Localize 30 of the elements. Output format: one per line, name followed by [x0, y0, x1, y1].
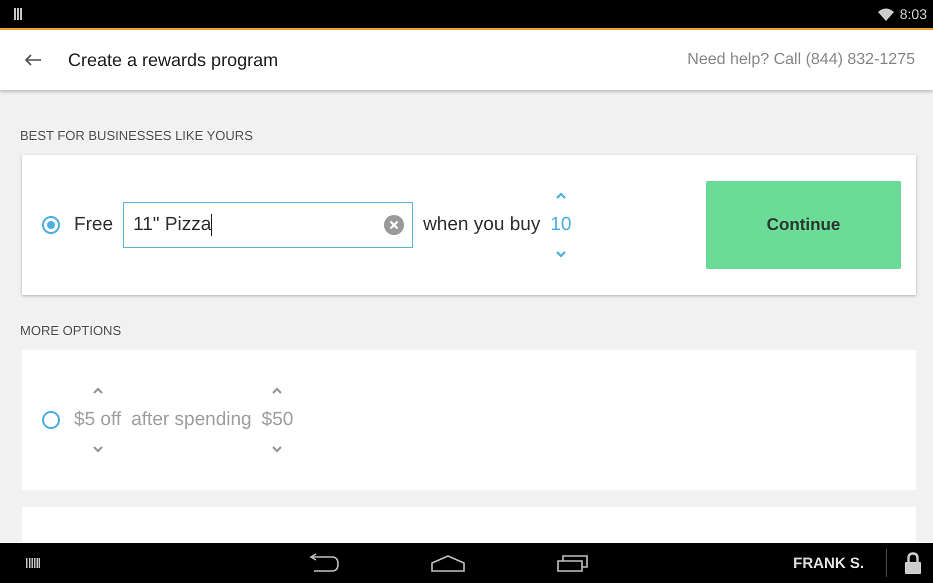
clear-icon[interactable]: [384, 215, 404, 235]
user-name[interactable]: FRANK S.: [793, 554, 864, 572]
back-arrow-icon[interactable]: [24, 53, 42, 67]
continue-button[interactable]: Continue: [706, 181, 901, 269]
home-icon[interactable]: [430, 553, 466, 573]
count-value: 10: [550, 214, 572, 236]
reward-input-field[interactable]: 11" Pizza: [123, 202, 414, 248]
chevron-up-icon[interactable]: [271, 387, 284, 395]
chevron-down-icon[interactable]: [92, 445, 104, 453]
amount-value: $5 off: [74, 409, 122, 431]
clock-time: 8:03: [900, 6, 927, 22]
chevron-up-icon[interactable]: [92, 387, 104, 395]
option-label: when you buy: [423, 214, 540, 236]
section-heading: BEST FOR BUSINESSES LIKE YOURS: [20, 128, 254, 143]
lock-icon[interactable]: [905, 552, 921, 574]
radio-button[interactable]: [42, 411, 60, 429]
option-label: Free: [74, 214, 114, 236]
wifi-icon: [878, 8, 894, 20]
chevron-down-icon[interactable]: [554, 250, 567, 258]
recent-apps-icon[interactable]: [556, 553, 588, 573]
chevron-down-icon[interactable]: [271, 445, 284, 453]
chevron-up-icon[interactable]: [554, 192, 567, 200]
help-phone-text: Need help? Call (844) 832-1275: [687, 51, 915, 69]
page-title: Create a rewards program: [68, 50, 280, 70]
section-heading: MORE OPTIONS: [20, 323, 122, 338]
threshold-value: $50: [262, 409, 294, 431]
option-label: after spending: [131, 409, 252, 431]
radio-button[interactable]: [42, 216, 60, 234]
barcode-icon[interactable]: [26, 558, 40, 568]
barcode-icon: [14, 8, 23, 20]
